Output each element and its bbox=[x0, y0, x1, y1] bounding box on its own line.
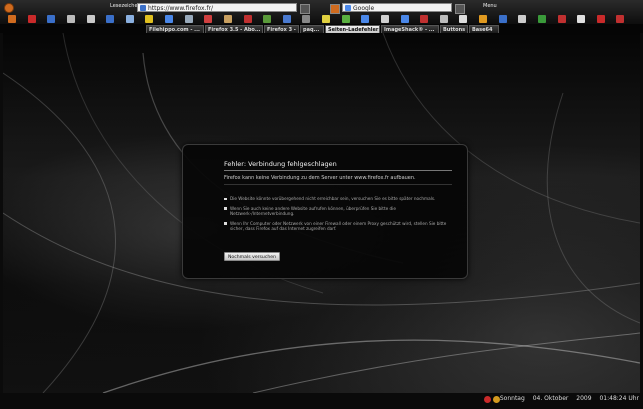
search-input[interactable]: Google bbox=[342, 3, 452, 12]
search-button[interactable] bbox=[455, 4, 465, 14]
error-dialog: Fehler: Verbindung fehlgeschlagen Firefo… bbox=[182, 144, 468, 279]
status-year: 2009 bbox=[576, 395, 592, 402]
favicon-icon bbox=[140, 5, 146, 11]
globe-icon[interactable] bbox=[165, 15, 173, 23]
bird-icon[interactable] bbox=[439, 15, 448, 23]
firefox-icon[interactable] bbox=[8, 15, 16, 23]
stop-icon[interactable] bbox=[484, 396, 491, 403]
retry-button[interactable]: Nochmals versuchen bbox=[224, 252, 281, 261]
x-icon[interactable] bbox=[47, 15, 56, 23]
suggestion-item: Wenn Ihr Computer oder Netzwerk von eine… bbox=[224, 221, 452, 232]
image-icon[interactable] bbox=[86, 15, 95, 23]
star-icon[interactable] bbox=[204, 15, 213, 23]
tab-seiten-ladefehler[interactable]: Seiten-Ladefehler bbox=[325, 25, 380, 33]
mail-icon[interactable] bbox=[420, 15, 429, 23]
tab-firefox-35[interactable]: Firefox 3.5 - Abo... bbox=[205, 25, 263, 33]
tab-filehippo[interactable]: Filehippo.com - ... bbox=[146, 25, 204, 33]
leaf-icon[interactable] bbox=[341, 15, 350, 23]
tab-strip: Filehippo.com - ... Firefox 3.5 - Abo...… bbox=[0, 24, 643, 33]
calendar-icon[interactable] bbox=[400, 15, 409, 23]
tab-base64[interactable]: Base64 bbox=[469, 25, 499, 33]
bullet-icon bbox=[224, 222, 227, 225]
url-input[interactable]: https://www.firefox.fr/ bbox=[137, 3, 297, 12]
navigation-toolbar: Lesezeichen https://www.firefox.fr/ Goog… bbox=[0, 0, 643, 24]
status-bar: Sonntag 04. Oktober 2009 01:48:24 Uhr bbox=[0, 393, 643, 409]
tab-paq[interactable]: paq... bbox=[300, 25, 324, 33]
feed-icon[interactable] bbox=[27, 15, 36, 23]
clover-icon[interactable] bbox=[537, 15, 546, 23]
bullet-icon bbox=[224, 207, 227, 210]
camera-icon[interactable] bbox=[479, 15, 487, 23]
status-clock: Sonntag 04. Oktober 2009 01:48:24 Uhr bbox=[494, 395, 639, 402]
bullet-icon bbox=[224, 197, 227, 200]
suggestion-item: Die Website könnte vorübergehend nicht e… bbox=[224, 196, 452, 202]
picture-icon[interactable] bbox=[184, 15, 193, 23]
error-suggestions: Die Website könnte vorübergehend nicht e… bbox=[224, 196, 452, 236]
bookmark-icon[interactable] bbox=[380, 15, 389, 23]
window-icon[interactable] bbox=[282, 15, 291, 23]
error-title: Fehler: Verbindung fehlgeschlagen bbox=[224, 160, 452, 171]
box-icon[interactable] bbox=[518, 15, 527, 23]
blue-icon[interactable] bbox=[498, 15, 507, 23]
stop-icon[interactable] bbox=[616, 15, 625, 23]
picture2-icon[interactable] bbox=[223, 15, 232, 23]
search-text: Google bbox=[353, 5, 375, 12]
url-text: https://www.firefox.fr/ bbox=[148, 5, 214, 12]
browser-window: Lesezeichen https://www.firefox.fr/ Goog… bbox=[0, 0, 643, 409]
photo-icon[interactable] bbox=[125, 15, 134, 23]
doc-icon[interactable] bbox=[106, 15, 115, 23]
tab-imageshack[interactable]: ImageShack® - ... bbox=[381, 25, 439, 33]
lightning-icon[interactable] bbox=[145, 15, 154, 23]
error-message: Firefox kann keine Verbindung zu dem Ser… bbox=[224, 175, 452, 185]
cd-icon[interactable] bbox=[302, 15, 311, 23]
doc2-icon[interactable] bbox=[459, 15, 468, 23]
puzzle-icon[interactable] bbox=[263, 15, 272, 23]
tab-firefox-3[interactable]: Firefox 3 - ... bbox=[264, 25, 299, 33]
recycle-icon[interactable] bbox=[361, 15, 370, 23]
tab-buttons[interactable]: Buttons bbox=[440, 25, 468, 33]
note-icon[interactable] bbox=[243, 15, 252, 23]
google-icon bbox=[345, 5, 351, 11]
alert-icon[interactable] bbox=[577, 15, 586, 23]
firefox-menu-icon[interactable] bbox=[4, 3, 14, 13]
moon-icon[interactable] bbox=[322, 15, 330, 23]
status-time: 01:48:24 Uhr bbox=[599, 395, 639, 402]
status-day: Sonntag bbox=[499, 395, 525, 402]
shield-icon[interactable] bbox=[596, 15, 605, 23]
status-date: 04. Oktober bbox=[532, 395, 569, 402]
suggestion-item: Wenn Sie auch keine andere Website aufru… bbox=[224, 206, 452, 217]
music-icon[interactable] bbox=[557, 15, 566, 23]
go-button[interactable] bbox=[300, 4, 310, 14]
home-button[interactable] bbox=[330, 4, 340, 14]
wheel-icon[interactable] bbox=[66, 15, 75, 23]
menu-label[interactable]: Menu bbox=[483, 3, 497, 9]
